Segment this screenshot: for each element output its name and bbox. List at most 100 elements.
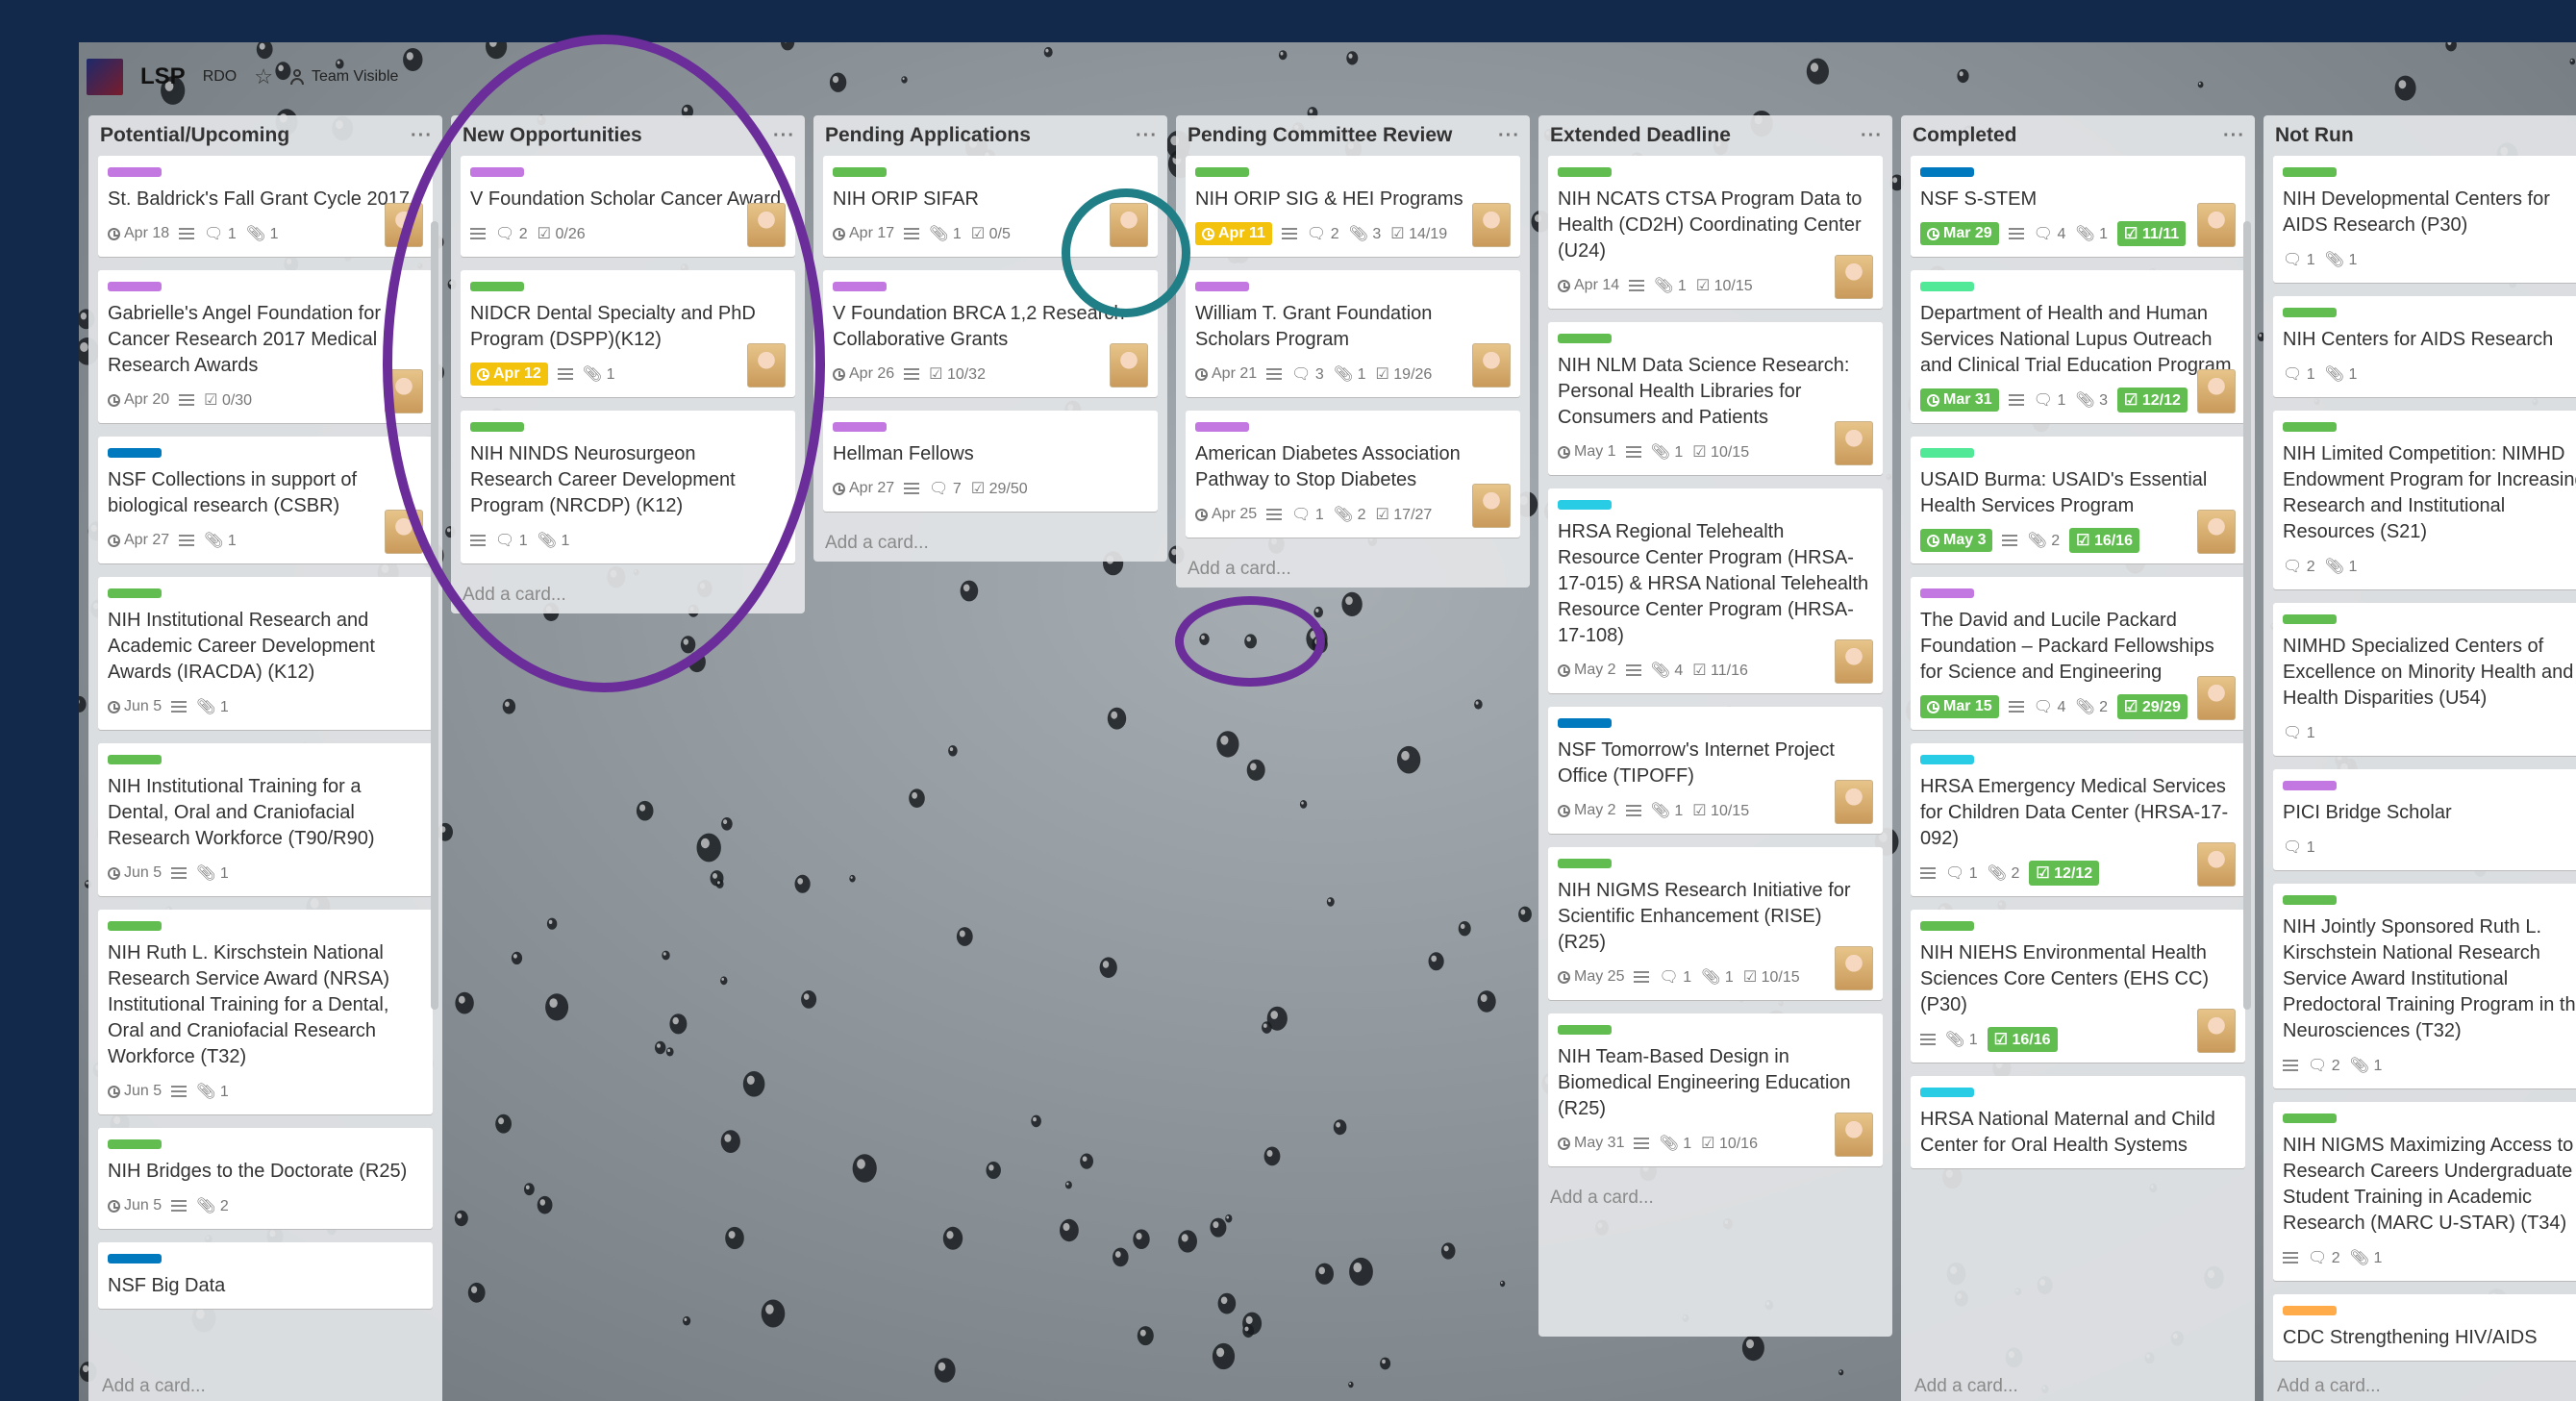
- list-menu-icon[interactable]: ···: [1136, 125, 1158, 147]
- card[interactable]: William T. Grant Foundation Scholars Pro…: [1186, 270, 1520, 397]
- member-avatar[interactable]: [2197, 510, 2236, 554]
- card[interactable]: St. Baldrick's Fall Grant Cycle 2017 Apr …: [98, 156, 433, 257]
- card[interactable]: NIH Developmental Centers for AIDS Resea…: [2273, 156, 2576, 283]
- board-name[interactable]: LSP: [140, 63, 186, 90]
- card[interactable]: NSF Big Data: [98, 1242, 433, 1309]
- list-header[interactable]: Pending Applications ···: [813, 115, 1167, 156]
- board-org[interactable]: RDO: [203, 68, 238, 86]
- card[interactable]: PICI Bridge Scholar 🗨︎ 1: [2273, 769, 2576, 870]
- comments-badge: 🗨︎ 1: [204, 224, 237, 243]
- card[interactable]: NIH Institutional Training for a Dental,…: [98, 743, 433, 896]
- star-icon[interactable]: ☆: [254, 64, 273, 89]
- member-avatar[interactable]: [2197, 842, 2236, 887]
- list-title[interactable]: New Opportunities: [463, 124, 642, 147]
- card-label: [833, 167, 887, 177]
- card[interactable]: HRSA Emergency Medical Services for Chil…: [1911, 743, 2245, 896]
- card[interactable]: NSF S-STEM Mar 29 🗨︎ 4 📎︎ 1 ☑︎ 11/11: [1911, 156, 2245, 257]
- member-avatar[interactable]: [1835, 946, 1873, 990]
- list-scrollbar[interactable]: [431, 221, 438, 1010]
- member-avatar[interactable]: [2197, 369, 2236, 413]
- add-card-button[interactable]: Add a card...: [813, 525, 1167, 562]
- member-avatar[interactable]: [385, 510, 423, 554]
- card[interactable]: CDC Strengthening HIV/AIDS: [2273, 1294, 2576, 1361]
- member-avatar[interactable]: [747, 203, 786, 247]
- card[interactable]: The David and Lucile Packard Foundation …: [1911, 577, 2245, 730]
- card[interactable]: Gabrielle's Angel Foundation for Cancer …: [98, 270, 433, 423]
- card[interactable]: NIH Limited Competition: NIMHD Endowment…: [2273, 411, 2576, 589]
- member-avatar[interactable]: [2197, 203, 2236, 247]
- list-title[interactable]: Potential/Upcoming: [100, 124, 289, 147]
- card[interactable]: NIH ORIP SIFAR Apr 17 📎︎ 1 ☑︎ 0/5: [823, 156, 1158, 257]
- member-avatar[interactable]: [2197, 676, 2236, 720]
- add-card-button[interactable]: Add a card...: [1176, 551, 1530, 588]
- list-menu-icon[interactable]: ···: [411, 125, 433, 147]
- member-avatar[interactable]: [385, 369, 423, 413]
- member-avatar[interactable]: [1110, 343, 1148, 388]
- list-menu-icon[interactable]: ···: [1861, 125, 1883, 147]
- card[interactable]: NIH Jointly Sponsored Ruth L. Kirschstei…: [2273, 884, 2576, 1088]
- card[interactable]: NIH Ruth L. Kirschstein National Researc…: [98, 910, 433, 1114]
- card[interactable]: USAID Burma: USAID's Essential Health Se…: [1911, 437, 2245, 563]
- card[interactable]: NIH NIGMS Research Initiative for Scient…: [1548, 847, 1883, 1000]
- list-header[interactable]: New Opportunities ···: [451, 115, 805, 156]
- member-avatar[interactable]: [1835, 1113, 1873, 1157]
- card[interactable]: NIDCR Dental Specialty and PhD Program (…: [461, 270, 795, 397]
- list-header[interactable]: Potential/Upcoming ···: [88, 115, 442, 156]
- member-avatar[interactable]: [1472, 343, 1511, 388]
- member-avatar[interactable]: [1835, 780, 1873, 824]
- card[interactable]: NIH ORIP SIG & HEI Programs Apr 11 🗨︎ 2 📎︎ …: [1186, 156, 1520, 257]
- add-card-button[interactable]: Add a card...: [1538, 1180, 1892, 1216]
- card[interactable]: American Diabetes Association Pathway to…: [1186, 411, 1520, 538]
- member-avatar[interactable]: [1472, 203, 1511, 247]
- card[interactable]: HRSA National Maternal and Child Center …: [1911, 1076, 2245, 1168]
- card-label: [1195, 167, 1249, 177]
- member-avatar[interactable]: [1110, 203, 1148, 247]
- comment-count: 1: [227, 226, 237, 242]
- member-avatar[interactable]: [1835, 639, 1873, 684]
- list-header[interactable]: Completed ···: [1901, 115, 2255, 156]
- list-header[interactable]: Extended Deadline ···: [1538, 115, 1892, 156]
- list-title[interactable]: Pending Applications: [825, 124, 1031, 147]
- card[interactable]: NIH NCATS CTSA Program Data to Health (C…: [1548, 156, 1883, 309]
- card[interactable]: NIH NLM Data Science Research: Personal …: [1548, 322, 1883, 475]
- list-title[interactable]: Not Run: [2275, 124, 2354, 147]
- card[interactable]: Hellman Fellows Apr 27 🗨︎ 7 ☑︎ 29/50: [823, 411, 1158, 512]
- card[interactable]: NIH Team-Based Design in Biomedical Engi…: [1548, 1013, 1883, 1166]
- add-card-button[interactable]: Add a card...: [451, 577, 805, 613]
- card[interactable]: HRSA Regional Telehealth Resource Center…: [1548, 488, 1883, 693]
- card[interactable]: V Foundation Scholar Cancer Award 🗨︎ 2 ☑︎ …: [461, 156, 795, 257]
- card[interactable]: Department of Health and Human Services …: [1911, 270, 2245, 423]
- card[interactable]: NIH Institutional Research and Academic …: [98, 577, 433, 730]
- list-menu-icon[interactable]: ···: [2223, 125, 2245, 147]
- visibility-button[interactable]: Team Visible: [289, 68, 398, 86]
- member-avatar[interactable]: [2197, 1009, 2236, 1053]
- card[interactable]: NIH NIEHS Environmental Health Sciences …: [1911, 910, 2245, 1063]
- member-avatar[interactable]: [1835, 421, 1873, 465]
- member-avatar[interactable]: [1472, 484, 1511, 528]
- add-card-button[interactable]: Add a card...: [1903, 1368, 2030, 1401]
- list-menu-icon[interactable]: ···: [773, 125, 795, 147]
- card[interactable]: NIH Centers for AIDS Research 🗨︎ 1 📎︎ 1: [2273, 296, 2576, 397]
- card-badges: May 2 📎︎ 4 ☑︎ 11/16: [1558, 657, 1873, 684]
- list-title[interactable]: Pending Committee Review: [1188, 124, 1452, 147]
- member-avatar[interactable]: [1835, 255, 1873, 299]
- add-card-button[interactable]: Add a card...: [90, 1368, 217, 1401]
- list-header[interactable]: Pending Committee Review ···: [1176, 115, 1530, 156]
- member-avatar[interactable]: [385, 203, 423, 247]
- card[interactable]: NSF Tomorrow's Internet Project Office (…: [1548, 707, 1883, 834]
- list-menu-icon[interactable]: ···: [1498, 125, 1520, 147]
- member-avatar[interactable]: [747, 343, 786, 388]
- card[interactable]: NIH Bridges to the Doctorate (R25) Jun 5 📎…: [98, 1128, 433, 1229]
- card[interactable]: NIMHD Specialized Centers of Excellence …: [2273, 603, 2576, 756]
- add-card-button[interactable]: Add a card...: [2265, 1368, 2392, 1401]
- comment-icon: 🗨︎: [1945, 865, 1965, 882]
- card[interactable]: NIH NINDS Neurosurgeon Research Career D…: [461, 411, 795, 563]
- list-scrollbar[interactable]: [2243, 221, 2251, 1010]
- list-title[interactable]: Completed: [1913, 124, 2017, 147]
- card[interactable]: NIH NIGMS Maximizing Access to Research …: [2273, 1102, 2576, 1281]
- card[interactable]: NSF Collections in support of biological…: [98, 437, 433, 563]
- list-header[interactable]: Not Run···: [2263, 115, 2576, 156]
- comments-badge: 🗨︎ 2: [2308, 1056, 2340, 1075]
- card[interactable]: V Foundation BRCA 1,2 Research Collabora…: [823, 270, 1158, 397]
- list-title[interactable]: Extended Deadline: [1550, 124, 1731, 147]
